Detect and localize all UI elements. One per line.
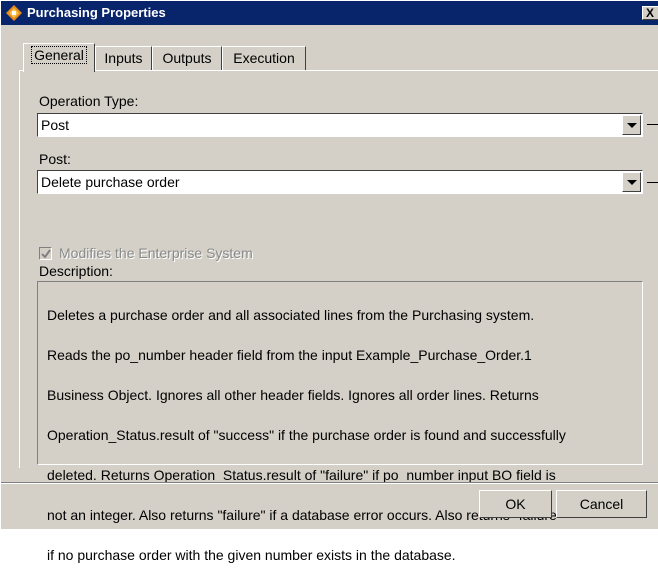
post-dropdown-button[interactable]	[622, 172, 641, 192]
connector-line	[647, 124, 658, 125]
checkmark-icon	[41, 249, 51, 259]
tab-execution-label: Execution	[233, 50, 295, 66]
description-line: Reads the po_number header field from th…	[47, 347, 532, 363]
description-text: Deletes a purchase order and all associa…	[47, 285, 639, 585]
title-bar[interactable]: Purchasing Properties X	[1, 1, 658, 25]
tab-inputs-label: Inputs	[104, 50, 143, 66]
description-line: Business Object. Ignores all other heade…	[47, 387, 539, 403]
tab-outputs-label: Outputs	[162, 50, 212, 66]
description-line: Deletes a purchase order and all associa…	[47, 307, 535, 323]
description-label: Description:	[39, 263, 113, 279]
chevron-down-icon	[627, 180, 637, 185]
tab-outputs[interactable]: Outputs	[152, 46, 222, 70]
operation-type-dropdown-button[interactable]	[622, 115, 641, 135]
ok-button[interactable]: OK	[479, 490, 552, 518]
operation-type-label: Operation Type:	[39, 93, 139, 109]
cancel-button[interactable]: Cancel	[556, 490, 647, 518]
tab-general[interactable]: General	[23, 43, 95, 72]
tab-general-label: General	[31, 46, 87, 64]
modifies-enterprise-checkbox[interactable]	[39, 247, 52, 260]
window-title: Purchasing Properties	[27, 5, 166, 20]
tab-inputs[interactable]: Inputs	[95, 46, 152, 70]
close-button[interactable]: X	[642, 6, 658, 20]
modifies-enterprise-label: Modifies the Enterprise System	[59, 245, 253, 261]
post-dropdown[interactable]: Delete purchase order	[37, 170, 643, 194]
app-icon	[5, 4, 23, 22]
post-label: Post:	[39, 151, 71, 167]
operation-type-value: Post	[41, 117, 70, 133]
purchasing-properties-dialog: Purchasing Properties X General Inputs O…	[0, 0, 658, 563]
description-line: Operation_Status.result of "success" if …	[47, 427, 566, 443]
chevron-down-icon	[627, 123, 637, 128]
footer-separator	[1, 482, 658, 484]
post-value: Delete purchase order	[41, 174, 180, 190]
description-box: Deletes a purchase order and all associa…	[37, 281, 643, 563]
description-line: if no purchase order with the given numb…	[47, 547, 456, 563]
operation-type-dropdown[interactable]: Post	[37, 113, 643, 137]
connector-line	[647, 182, 658, 183]
tab-execution[interactable]: Execution	[222, 46, 306, 70]
